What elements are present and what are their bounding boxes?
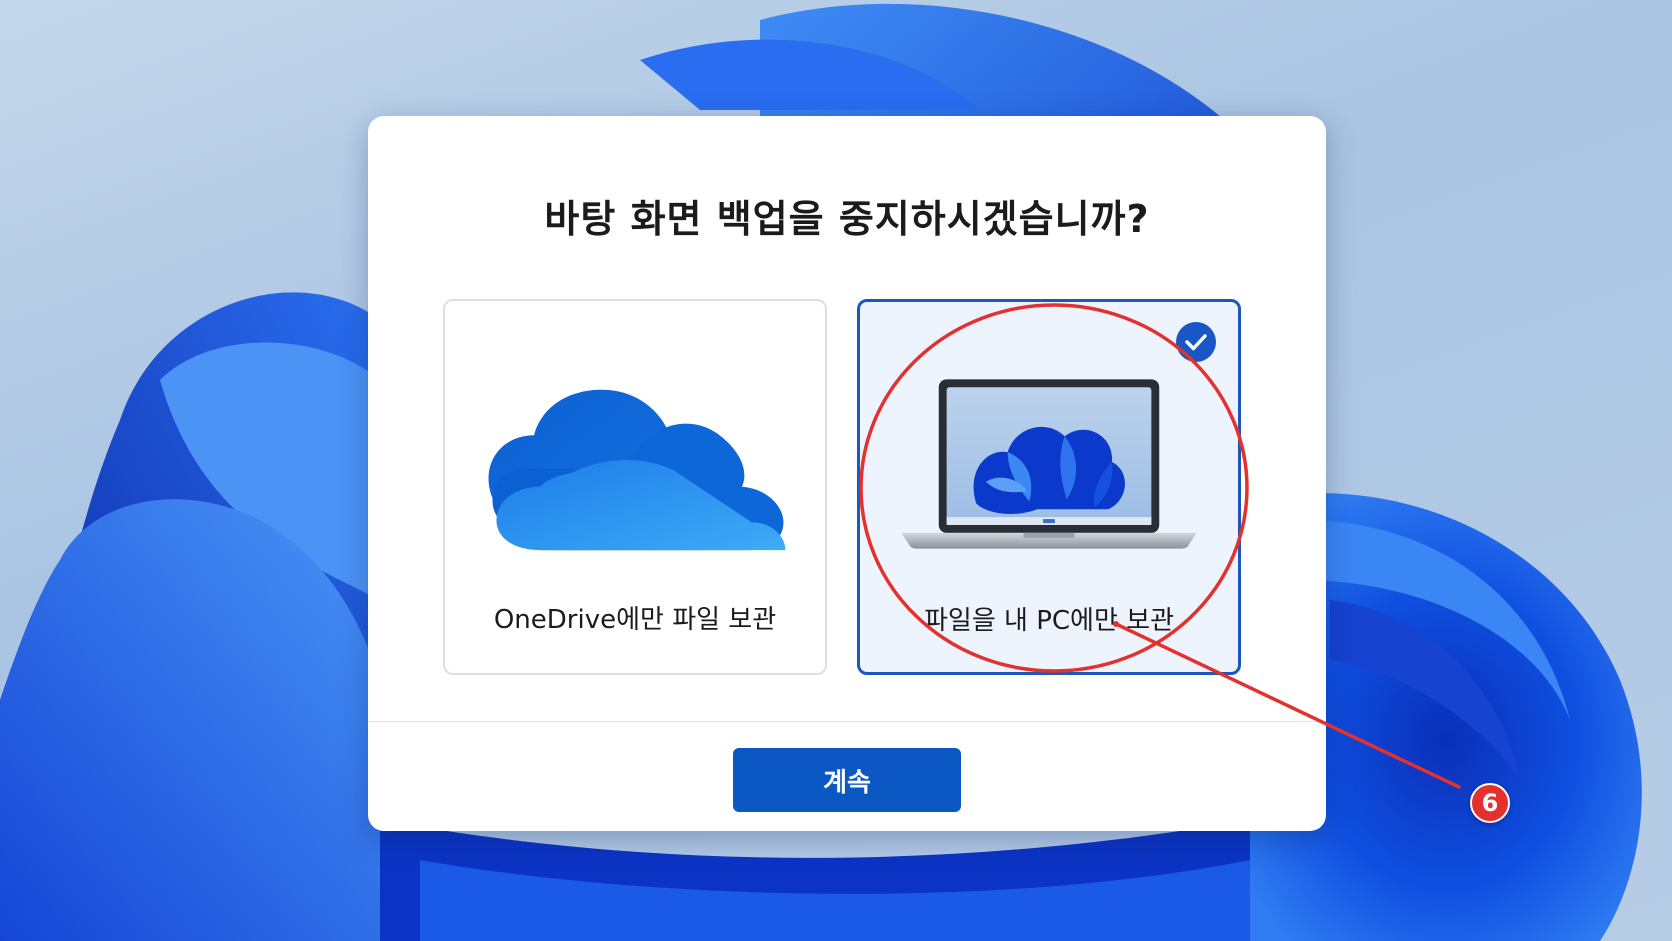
stop-backup-dialog: 바탕 화면 백업을 중지하시겠습니까? OneDrive에만 파일 보관 파일을… — [368, 116, 1326, 831]
option-onedrive-label: OneDrive에만 파일 보관 — [493, 605, 777, 635]
desktop: 바탕 화면 백업을 중지하시겠습니까? OneDrive에만 파일 보관 파일을… — [0, 0, 1672, 941]
continue-button[interactable]: 계속 — [733, 748, 961, 812]
option-onedrive-only[interactable]: OneDrive에만 파일 보관 — [443, 299, 827, 675]
annotation-step-badge: 6 — [1470, 783, 1510, 823]
option-pc-label: 파일을 내 PC에만 보관 — [924, 606, 1174, 636]
option-pc-only[interactable]: 파일을 내 PC에만 보관 — [857, 299, 1241, 675]
onedrive-cloud-icon — [488, 389, 786, 551]
footer-divider — [368, 721, 1326, 722]
laptop-icon — [901, 379, 1197, 549]
selected-check-icon — [1176, 322, 1216, 362]
dialog-title: 바탕 화면 백업을 중지하시겠습니까? — [544, 197, 1150, 241]
